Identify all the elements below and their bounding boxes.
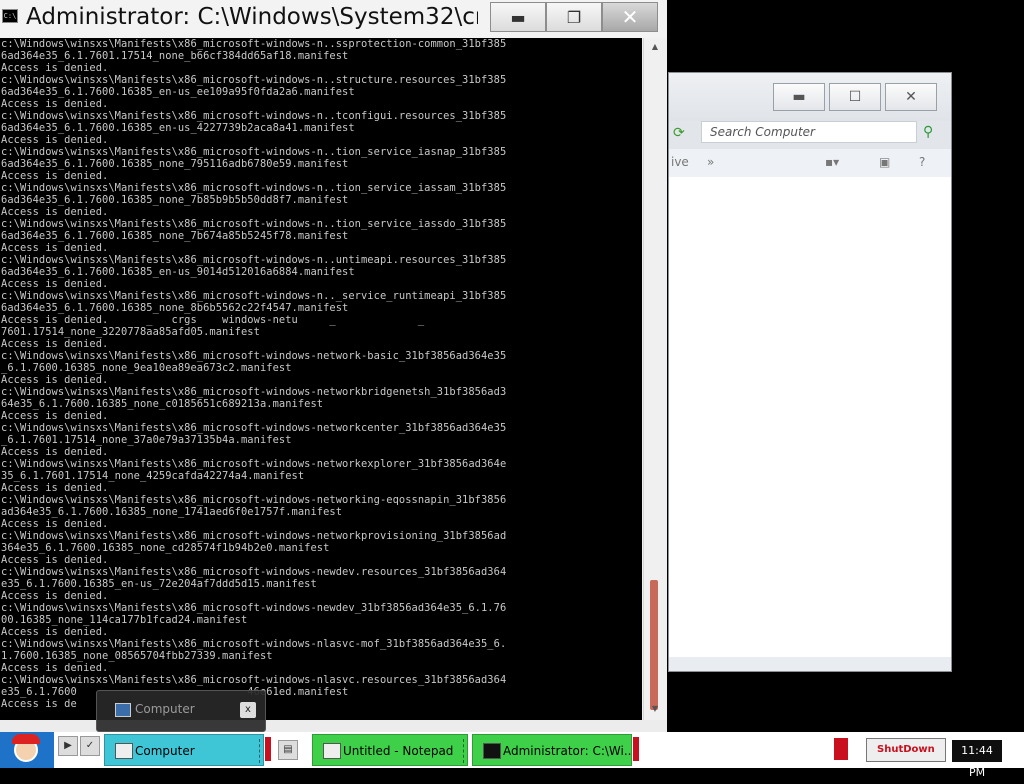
explorer-close-button[interactable]: ✕ — [885, 83, 937, 111]
clock[interactable]: 11:44 PM — [952, 740, 1002, 779]
quicklaunch-cmd-icon[interactable]: ▶ — [58, 736, 78, 756]
notepad-small-icon[interactable]: ▤ — [278, 740, 298, 760]
close-button[interactable]: ✕ — [602, 2, 658, 32]
task-divider — [259, 739, 260, 763]
start-button[interactable] — [0, 732, 54, 768]
cmd-window[interactable]: C:\ Administrator: C:\Windows\System32\c… — [0, 0, 667, 732]
santa-hat-icon — [12, 734, 40, 744]
cmd-titlebar[interactable]: C:\ Administrator: C:\Windows\System32\c… — [0, 0, 667, 38]
taskbar: ▶ ✓ Computer ▤ Untitled - Notepad Admini… — [0, 732, 1024, 779]
task-label: Computer — [135, 744, 195, 758]
quicklaunch-checkmark-icon[interactable]: ✓ — [80, 736, 100, 756]
computer-icon — [115, 743, 133, 759]
show-desktop-button[interactable] — [1004, 732, 1024, 768]
console-text: c:\Windows\winsxs\Manifests\x86_microsof… — [1, 38, 507, 710]
taskbar-separator — [264, 736, 272, 762]
thumbnail-close-button[interactable]: x — [240, 702, 256, 718]
task-button-notepad[interactable]: Untitled - Notepad — [312, 734, 468, 766]
cmd-title: Administrator: C:\Windows\System32\cmd.e… — [26, 4, 478, 30]
task-button-computer[interactable]: Computer — [104, 734, 264, 766]
scroll-thumb[interactable] — [650, 580, 658, 710]
explorer-content — [669, 177, 951, 657]
search-icon[interactable]: ⚲ — [923, 124, 933, 140]
vertical-scrollbar[interactable]: ▲ ▼ — [643, 38, 666, 720]
console-output[interactable]: c:\Windows\winsxs\Manifests\x86_microsof… — [0, 38, 642, 720]
minimize-button[interactable]: ▬ — [490, 2, 546, 32]
preview-pane-icon[interactable]: ▣ — [879, 155, 890, 169]
taskbar-thumbnail-preview[interactable]: Computer x — [96, 690, 266, 732]
thumbnail-label: Computer — [135, 702, 195, 716]
explorer-toolbar: ive » ▪▾ ▣ ? — [669, 149, 951, 178]
explorer-minimize-button[interactable]: ▬ — [773, 83, 825, 111]
taskbar-separator — [632, 736, 640, 762]
explorer-maximize-button[interactable]: ☐ — [829, 83, 881, 111]
scroll-down-arrow-icon[interactable]: ▼ — [647, 704, 663, 716]
computer-icon — [115, 703, 131, 717]
refresh-icon[interactable]: ⟳ — [673, 125, 689, 141]
help-icon[interactable]: ? — [919, 155, 925, 169]
notepad-icon — [323, 743, 341, 759]
explorer-titlebar[interactable]: ▬ ☐ ✕ — [669, 73, 951, 125]
explorer-window[interactable]: ▬ ☐ ✕ ⟳ Search Computer ⚲ ive » ▪▾ ▣ ? — [668, 72, 952, 672]
toolbar-more-chevron-icon[interactable]: » — [707, 155, 714, 169]
task-label: Untitled - Notepad — [343, 744, 454, 758]
view-options-icon[interactable]: ▪▾ — [825, 155, 839, 169]
tray-shutdown-widget[interactable]: ShutDown — [866, 738, 946, 762]
task-label: Administrator: C:\Wi... — [503, 744, 636, 758]
toolbar-partial-item[interactable]: ive — [671, 155, 689, 169]
task-divider — [463, 739, 464, 763]
cmd-icon — [483, 743, 501, 759]
restore-button[interactable]: ❐ — [546, 2, 602, 32]
tray-red-block — [832, 736, 850, 762]
task-button-cmd[interactable]: Administrator: C:\Wi... — [472, 734, 636, 766]
scroll-up-arrow-icon[interactable]: ▲ — [647, 42, 663, 54]
cmd-app-icon[interactable]: C:\ — [2, 9, 18, 23]
search-input[interactable]: Search Computer — [701, 121, 917, 143]
